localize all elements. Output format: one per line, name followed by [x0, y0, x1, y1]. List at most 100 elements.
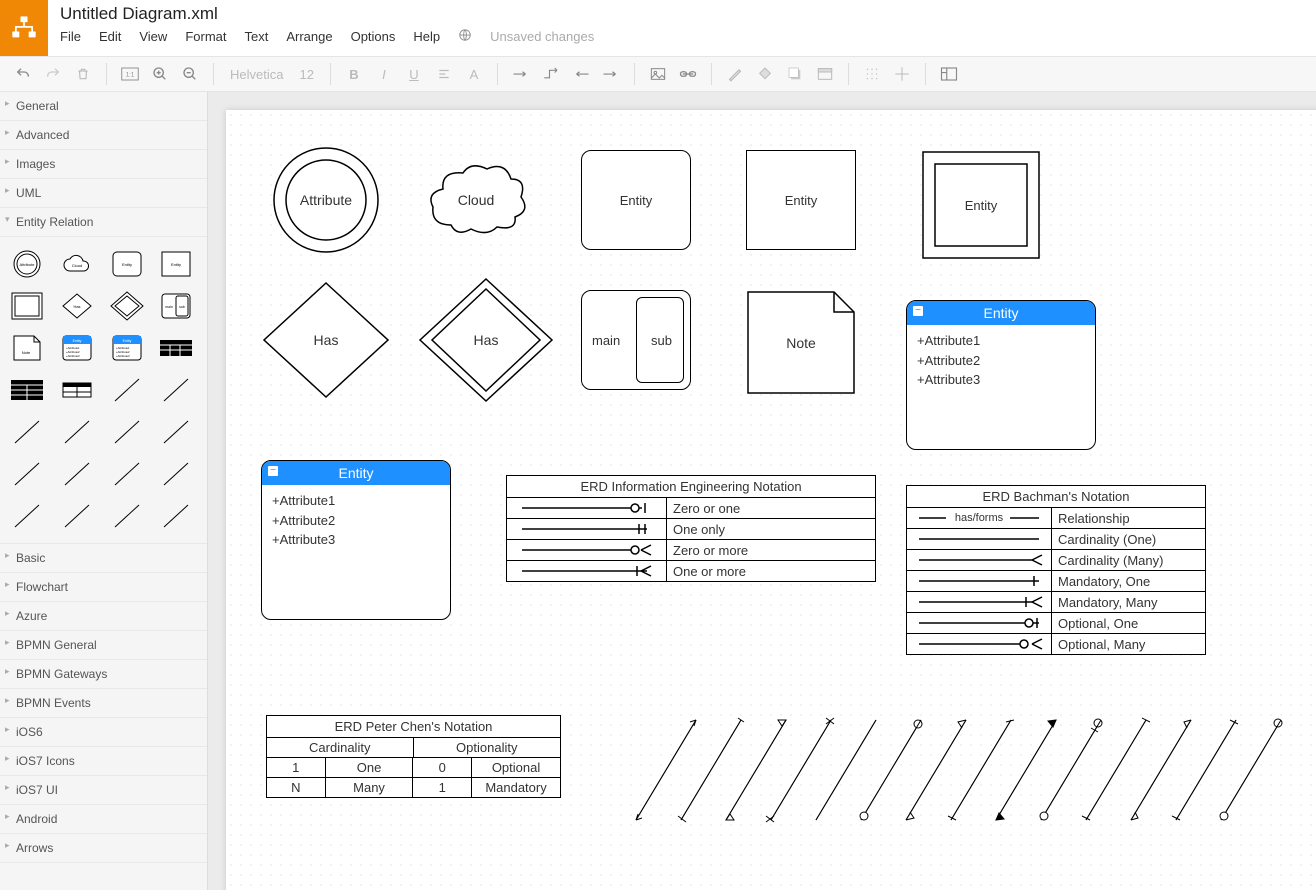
cat-uml[interactable]: UML: [0, 179, 207, 208]
pal-line6[interactable]: [155, 413, 197, 451]
shadow-button[interactable]: [782, 61, 808, 87]
shape-note[interactable]: Note: [746, 290, 856, 398]
pal-cloud[interactable]: Cloud: [56, 245, 98, 283]
shape-has-double[interactable]: Has: [416, 275, 556, 408]
layout-button[interactable]: [936, 61, 962, 87]
font-size[interactable]: 12: [293, 67, 319, 82]
cat-entity-relation[interactable]: Entity Relation: [0, 208, 207, 237]
guides-button[interactable]: [889, 61, 915, 87]
pal-line7[interactable]: [6, 455, 48, 493]
cat-bpmn-gateways[interactable]: BPMN Gateways: [0, 660, 207, 689]
cat-general[interactable]: General: [0, 92, 207, 121]
connector-lines[interactable]: [626, 710, 1286, 833]
menu-arrange[interactable]: Arrange: [286, 29, 332, 44]
italic-button[interactable]: I: [371, 61, 397, 87]
link-button[interactable]: [675, 61, 701, 87]
pal-line4[interactable]: [56, 413, 98, 451]
arrow-start-button[interactable]: [568, 61, 594, 87]
shape-entity-blue-1[interactable]: −Entity +Attribute1 +Attribute2 +Attribu…: [906, 300, 1096, 450]
pal-line1[interactable]: [106, 371, 148, 409]
table-ie-notation[interactable]: ERD Information Engineering Notation Zer…: [506, 475, 876, 582]
cat-android[interactable]: Android: [0, 805, 207, 834]
zoom-out-button[interactable]: [177, 61, 203, 87]
menu-file[interactable]: File: [60, 29, 81, 44]
pal-entity-blue[interactable]: Entity+Attribute1+Attribute2+Attribute3: [56, 329, 98, 367]
menu-text[interactable]: Text: [244, 29, 268, 44]
delete-button[interactable]: [70, 61, 96, 87]
pal-entity[interactable]: Entity: [155, 245, 197, 283]
pal-line13[interactable]: [106, 497, 148, 535]
cat-ios6[interactable]: iOS6: [0, 718, 207, 747]
cat-arrows[interactable]: Arrows: [0, 834, 207, 863]
pal-note[interactable]: Note: [6, 329, 48, 367]
cat-bpmn-events[interactable]: BPMN Events: [0, 689, 207, 718]
stroke-color-button[interactable]: [722, 61, 748, 87]
cat-advanced[interactable]: Advanced: [0, 121, 207, 150]
cat-basic[interactable]: Basic: [0, 544, 207, 573]
shape-entity-blue-2[interactable]: −Entity +Attribute1 +Attribute2 +Attribu…: [261, 460, 451, 620]
pal-table-dark[interactable]: [155, 329, 197, 367]
pal-line2[interactable]: [155, 371, 197, 409]
container-button[interactable]: [812, 61, 838, 87]
image-button[interactable]: [645, 61, 671, 87]
shape-has[interactable]: Has: [256, 275, 396, 408]
pal-line11[interactable]: [6, 497, 48, 535]
underline-button[interactable]: U: [401, 61, 427, 87]
language-icon[interactable]: [458, 28, 472, 45]
menu-options[interactable]: Options: [351, 29, 396, 44]
waypoint-button[interactable]: [538, 61, 564, 87]
collapse-icon[interactable]: −: [268, 466, 278, 476]
cat-azure[interactable]: Azure: [0, 602, 207, 631]
pal-line3[interactable]: [6, 413, 48, 451]
pal-table-small[interactable]: [56, 371, 98, 409]
table-bachman[interactable]: ERD Bachman's Notation has/formsRelation…: [906, 485, 1206, 655]
collapse-icon[interactable]: −: [913, 306, 923, 316]
shape-entity[interactable]: Entity: [746, 150, 856, 250]
align-button[interactable]: [431, 61, 457, 87]
grid-dots-button[interactable]: [859, 61, 885, 87]
cat-flowchart[interactable]: Flowchart: [0, 573, 207, 602]
pal-line8[interactable]: [56, 455, 98, 493]
zoom-in-button[interactable]: [147, 61, 173, 87]
menu-edit[interactable]: Edit: [99, 29, 121, 44]
shape-cloud[interactable]: Cloud: [421, 155, 531, 248]
app-logo[interactable]: [0, 0, 48, 56]
menu-help[interactable]: Help: [413, 29, 440, 44]
pal-has-double[interactable]: [106, 287, 148, 325]
pal-main-sub[interactable]: mainsub: [155, 287, 197, 325]
pal-entity-round[interactable]: Entity: [106, 245, 148, 283]
canvas[interactable]: Attribute Cloud Entity Entity Entity: [226, 110, 1316, 890]
pal-line10[interactable]: [155, 455, 197, 493]
arrow-end-button[interactable]: [598, 61, 624, 87]
fill-color-button[interactable]: [752, 61, 778, 87]
pal-has[interactable]: Has: [56, 287, 98, 325]
bold-button[interactable]: B: [341, 61, 367, 87]
cat-images[interactable]: Images: [0, 150, 207, 179]
shape-entity-round[interactable]: Entity: [581, 150, 691, 250]
pal-line14[interactable]: [155, 497, 197, 535]
pal-attribute[interactable]: Attribute: [6, 245, 48, 283]
font-color-button[interactable]: A: [461, 61, 487, 87]
canvas-area[interactable]: Attribute Cloud Entity Entity Entity: [208, 92, 1316, 890]
font-name[interactable]: Helvetica: [224, 67, 289, 82]
pal-entity-double[interactable]: [6, 287, 48, 325]
pal-line9[interactable]: [106, 455, 148, 493]
pal-table-dark2[interactable]: [6, 371, 48, 409]
zoom-reset-button[interactable]: 1:1: [117, 61, 143, 87]
shape-entity-double[interactable]: Entity: [921, 150, 1041, 263]
shape-attribute[interactable]: Attribute: [266, 140, 386, 263]
pal-entity-blue2[interactable]: Entity+Attribute1+Attribute2+Attribute3: [106, 329, 148, 367]
cat-bpmn-general[interactable]: BPMN General: [0, 631, 207, 660]
redo-button[interactable]: [40, 61, 66, 87]
cat-ios7-ui[interactable]: iOS7 UI: [0, 776, 207, 805]
undo-button[interactable]: [10, 61, 36, 87]
cat-ios7-icons[interactable]: iOS7 Icons: [0, 747, 207, 776]
shape-main-sub[interactable]: main sub: [581, 290, 691, 390]
menu-format[interactable]: Format: [185, 29, 226, 44]
pal-line5[interactable]: [106, 413, 148, 451]
table-chen[interactable]: ERD Peter Chen's Notation Cardinality Op…: [266, 715, 561, 798]
connector-button[interactable]: [508, 61, 534, 87]
menu-view[interactable]: View: [139, 29, 167, 44]
pal-line12[interactable]: [56, 497, 98, 535]
document-title[interactable]: Untitled Diagram.xml: [60, 4, 594, 24]
